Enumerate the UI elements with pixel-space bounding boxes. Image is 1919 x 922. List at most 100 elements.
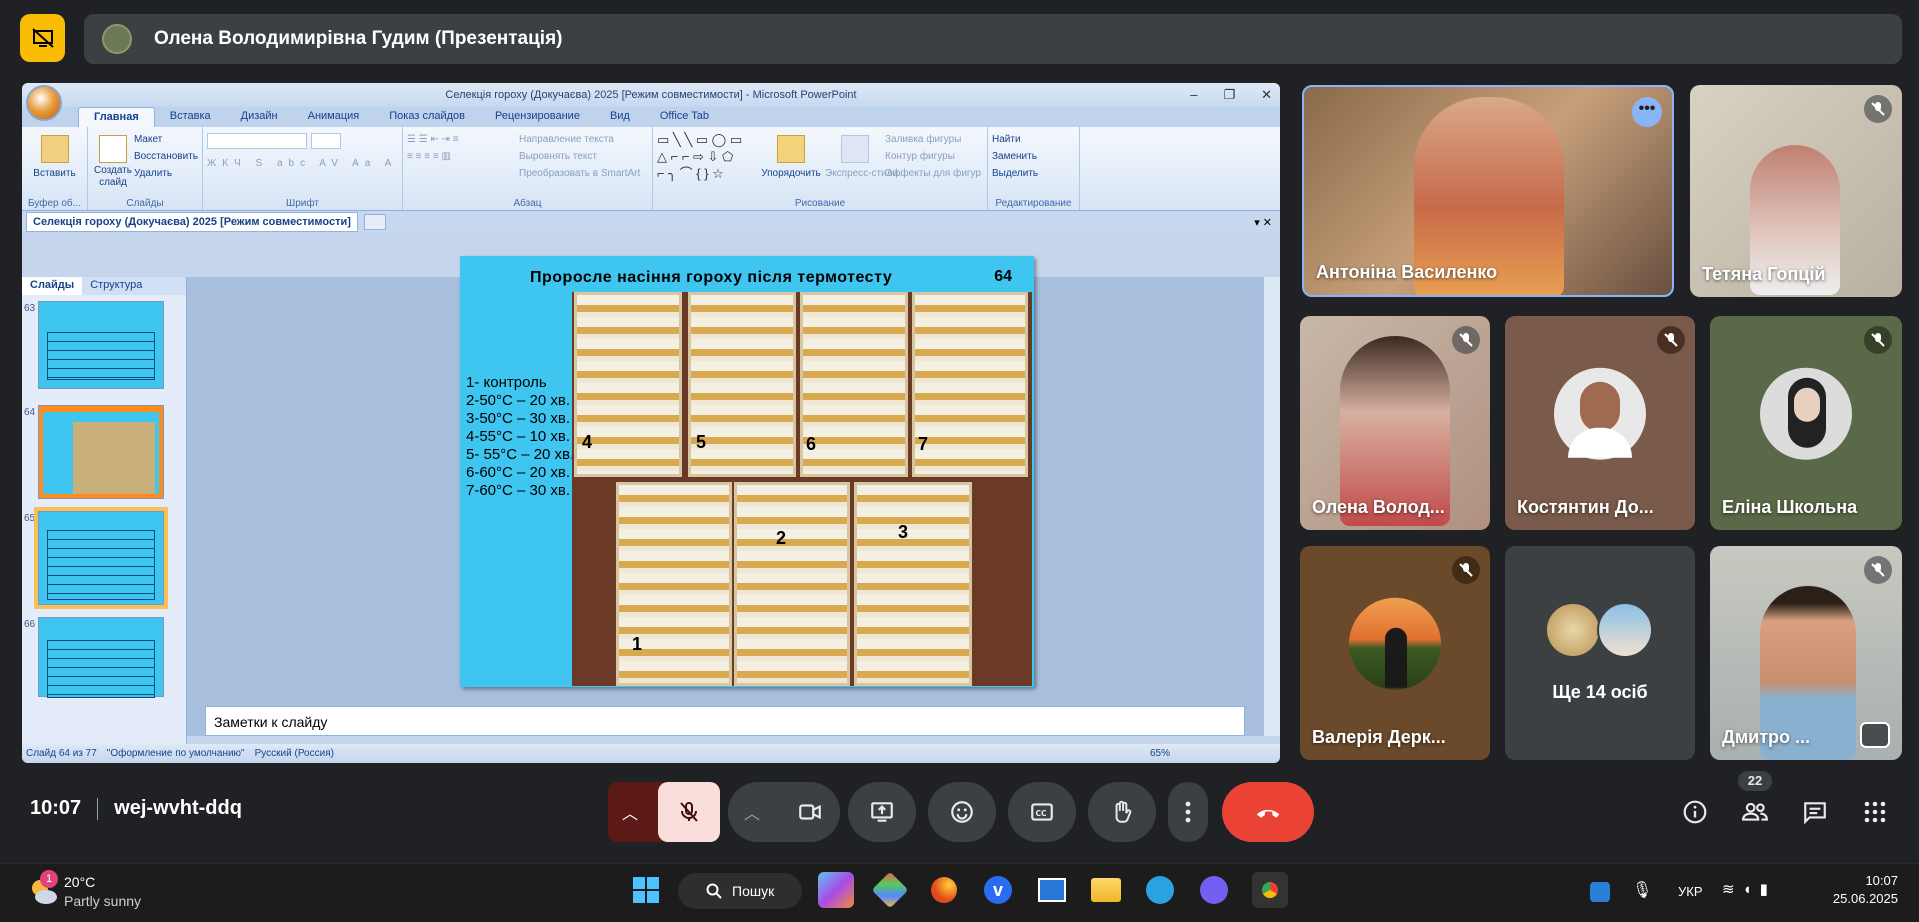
tab-office-tab[interactable]: Office Tab [645, 107, 724, 127]
weather-temp: 20°C [64, 874, 96, 890]
more-options-button[interactable] [1168, 782, 1208, 842]
chrome-icon[interactable] [1252, 872, 1288, 908]
new-tab-button[interactable] [363, 214, 386, 230]
tab-outline[interactable]: Структура [82, 277, 150, 295]
select-button[interactable]: Выделить [992, 165, 1075, 182]
layout-button[interactable]: Макет [134, 131, 198, 148]
clock[interactable]: 10:07 25.06.2025 [1822, 873, 1898, 906]
presenter-avatar [102, 24, 132, 54]
participant-tile[interactable]: Валерія Дерк... [1300, 546, 1490, 760]
more-options-icon[interactable]: ••• [1632, 97, 1662, 127]
participant-tile[interactable]: Еліна Школьна [1710, 316, 1902, 530]
shape-fill-button[interactable]: Заливка фигуры [885, 131, 981, 148]
system-tray-icons[interactable]: ≋◖▮ [1722, 880, 1776, 898]
group-paragraph: ☰ ☰ ⇤ ⇥ ≡ ≡ ≡ ≡ ≡ ▥ Направление текста Вы… [403, 127, 653, 210]
taskbar-search[interactable]: Пошук [678, 873, 802, 909]
vertical-scrollbar[interactable] [1263, 277, 1280, 736]
captions-button[interactable]: CC [1008, 782, 1076, 842]
arrange-button[interactable]: Упорядочить [757, 165, 825, 182]
document-tab-bar: Селекція гороху (Докучаєва) 2025 [Режим … [22, 211, 1280, 233]
new-slide-button[interactable]: Создать слайд [92, 165, 134, 189]
vpn-icon[interactable]: v [980, 872, 1016, 908]
slide-thumb-65[interactable] [34, 507, 168, 609]
store-icon[interactable] [871, 871, 909, 909]
more-participants-label: Ще 14 осіб [1552, 682, 1648, 702]
find-button[interactable]: Найти [992, 131, 1075, 148]
reactions-button[interactable] [928, 782, 996, 842]
present-button[interactable] [848, 782, 916, 842]
mic-tray-icon[interactable]: 🎙 [1632, 880, 1652, 900]
leave-call-button[interactable] [1222, 782, 1314, 842]
more-vert-icon [1185, 801, 1191, 823]
reset-button[interactable]: Восстановить [134, 148, 198, 165]
participant-tile[interactable]: Тетяна Гопцій [1690, 85, 1902, 297]
group-slides: Создать слайд Макет Восстановить Удалить… [88, 127, 203, 210]
browser-icon[interactable] [926, 872, 962, 908]
align-text-button[interactable]: Выровнять текст [519, 148, 640, 165]
participant-tile[interactable]: Костянтин До... [1505, 316, 1695, 530]
security-icon[interactable] [1590, 882, 1610, 902]
start-button[interactable] [628, 872, 664, 908]
more-participants-tile[interactable]: Ще 14 осіб [1505, 546, 1695, 760]
close-doc-icon[interactable]: ▾ ✕ [1254, 216, 1272, 229]
presenter-bar: Олена Володимирівна Гудим (Презентація) [84, 14, 1902, 64]
stop-presenting-button[interactable] [20, 14, 65, 62]
status-zoom[interactable]: 65% [1150, 748, 1170, 759]
maximize-icon[interactable]: ❐ [1223, 83, 1235, 107]
tab-slideshow[interactable]: Показ слайдов [374, 107, 480, 127]
new-slide-icon [98, 135, 127, 163]
thumb-number: 63 [24, 303, 36, 314]
close-icon[interactable]: ✕ [1261, 83, 1272, 107]
input-language[interactable]: УКР [1678, 884, 1703, 899]
viber-icon[interactable] [1196, 872, 1232, 908]
pip-icon[interactable] [1860, 722, 1890, 748]
tab-animation[interactable]: Анимация [293, 107, 375, 127]
font-size-field[interactable] [311, 133, 341, 149]
camera-button[interactable] [780, 782, 840, 842]
group-label: Буфер об... [28, 198, 81, 209]
office-button[interactable] [26, 85, 62, 121]
slide-thumb-66[interactable] [38, 617, 164, 698]
document-tab[interactable]: Селекція гороху (Докучаєва) 2025 [Режим … [26, 212, 358, 232]
copilot-icon[interactable] [818, 872, 854, 908]
chevron-up-icon[interactable]: ︿ [622, 800, 638, 824]
shape-effects-button[interactable]: Эффекты для фигур [885, 165, 981, 182]
tab-insert[interactable]: Вставка [155, 107, 226, 127]
meeting-code[interactable]: wej-wvht-ddq [114, 797, 242, 820]
tab-slides[interactable]: Слайды [22, 277, 83, 295]
replace-button[interactable]: Заменить [992, 148, 1075, 165]
participant-tile[interactable]: ••• Антоніна Василенко [1302, 85, 1674, 297]
minimize-icon[interactable]: – [1190, 83, 1197, 107]
snipping-tool-icon[interactable] [1034, 872, 1070, 908]
shapes-gallery[interactable]: ▭ ╲ ╲ ▭ ◯ ▭ △ ⌐ ⌐ ⇨ ⇩ ⬠ ⌐ ╮ ⌒ { } ☆ [657, 131, 757, 206]
participant-tile[interactable]: Дмитро ... [1710, 546, 1902, 760]
font-name-field[interactable] [207, 133, 307, 149]
slide-thumb-64[interactable] [38, 405, 164, 499]
tab-review[interactable]: Рецензирование [480, 107, 595, 127]
text-direction-button[interactable]: Направление текста [519, 131, 640, 148]
shape-outline-button[interactable]: Контур фигуры [885, 148, 981, 165]
mic-toggle-button[interactable] [658, 782, 720, 842]
weather-widget[interactable]: 1 [26, 870, 62, 910]
tab-view[interactable]: Вид [595, 107, 645, 127]
smartart-button[interactable]: Преобразовать в SmartArt [519, 165, 640, 182]
meeting-details-button[interactable] [1680, 797, 1710, 827]
telegram-icon[interactable] [1142, 872, 1178, 908]
chevron-up-icon[interactable]: ︿ [744, 800, 760, 824]
paste-button[interactable]: Вставить [26, 165, 83, 182]
activities-button[interactable] [1860, 797, 1890, 827]
delete-button[interactable]: Удалить [134, 165, 198, 182]
clock-time: 10:07 [1865, 873, 1898, 888]
tab-home[interactable]: Главная [78, 107, 155, 127]
status-theme: "Оформление по умолчанию" [106, 748, 245, 759]
file-explorer-icon[interactable] [1088, 872, 1124, 908]
chat-button[interactable] [1800, 797, 1830, 827]
participant-tile[interactable]: Олена Волод... [1300, 316, 1490, 530]
people-button[interactable]: 22 [1738, 771, 1772, 827]
raise-hand-button[interactable] [1088, 782, 1156, 842]
notes-pane[interactable]: Заметки к слайду [205, 706, 1245, 736]
slide-thumb-63[interactable] [38, 301, 164, 389]
tab-design[interactable]: Дизайн [226, 107, 293, 127]
quick-styles-button[interactable]: Экспресс-стили [825, 165, 898, 182]
meeting-info: 10:07 wej-wvht-ddq [30, 797, 242, 820]
